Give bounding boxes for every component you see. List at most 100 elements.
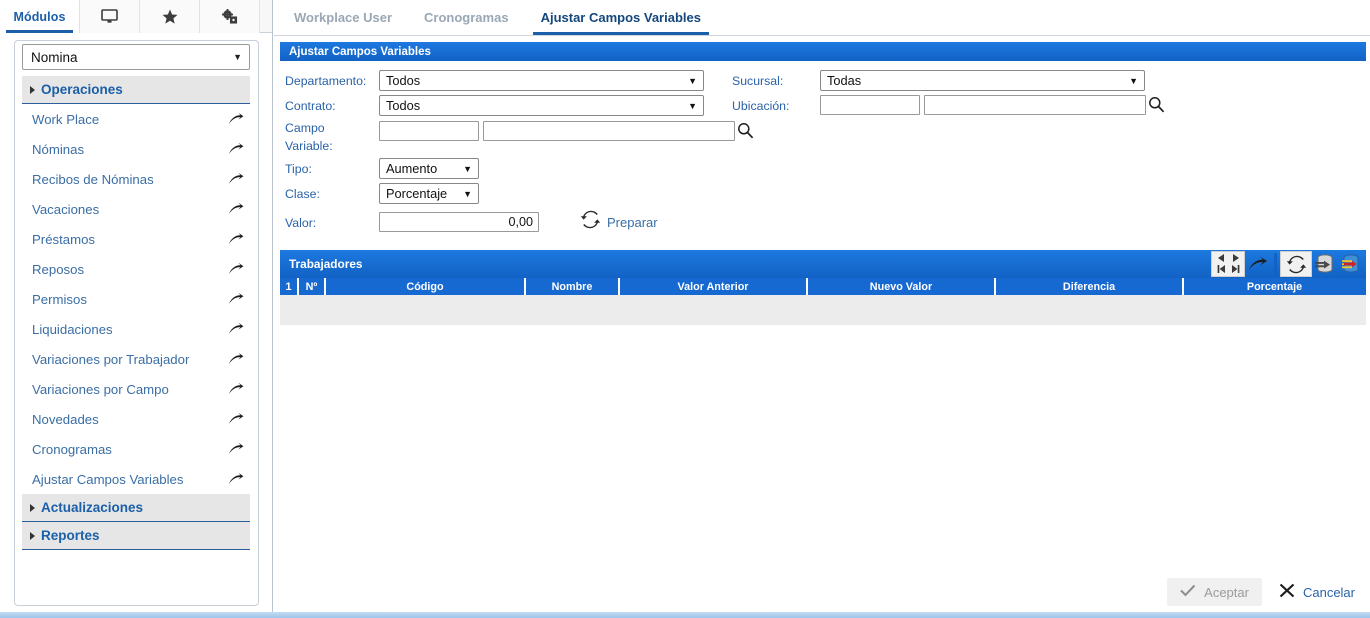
chevron-down-icon: ▼ xyxy=(463,163,472,174)
tipo-value: Aumento xyxy=(386,161,438,176)
sidebar-item-label: Ajustar Campos Variables xyxy=(32,471,184,487)
grid-column-header[interactable]: Porcentaje xyxy=(1184,278,1365,295)
sidebar-tab-favorites[interactable] xyxy=(140,0,200,33)
shortcut-arrow-icon xyxy=(228,112,244,126)
grid-title-bar: Trabajadores xyxy=(280,250,1366,278)
shortcut-arrow-icon xyxy=(228,262,244,276)
sidebar-item-liquidaciones[interactable]: Liquidaciones xyxy=(22,314,250,344)
ubicacion-code-input[interactable] xyxy=(820,95,920,115)
grid-column-header[interactable]: Nuevo Valor xyxy=(808,278,996,295)
sidebar-item-label: Nóminas xyxy=(32,141,85,157)
contrato-select[interactable]: Todos ▼ xyxy=(379,95,704,116)
aceptar-button[interactable]: Aceptar xyxy=(1167,578,1262,606)
shortcut-arrow-icon xyxy=(228,322,244,336)
grid-title: Trabajadores xyxy=(289,257,363,271)
grid-empty-area xyxy=(280,325,1366,540)
cancelar-label: Cancelar xyxy=(1302,584,1355,600)
sidebar-item-label: Work Place xyxy=(32,111,100,127)
clase-label: Clase: xyxy=(285,187,320,201)
form-section-header: Ajustar Campos Variables xyxy=(280,42,1366,61)
sidebar-tab-settings[interactable] xyxy=(200,0,260,33)
sidebar-item-novedades[interactable]: Novedades xyxy=(22,404,250,434)
sidebar-section-operaciones-label: Operaciones xyxy=(41,82,123,97)
grid-column-header[interactable]: Nº xyxy=(299,278,326,295)
grid-column-header[interactable]: 1 xyxy=(280,278,299,295)
clase-value: Porcentaje xyxy=(386,186,448,201)
sidebar-item-label: Permisos xyxy=(32,291,87,307)
tab-label: Cronogramas xyxy=(424,10,509,25)
monitor-icon xyxy=(101,9,118,24)
grid-refresh-button[interactable] xyxy=(1283,251,1309,277)
chevron-down-icon: ▼ xyxy=(1129,75,1138,86)
sidebar-item-label: Vacaciones xyxy=(32,201,100,217)
campo-variable-code-input[interactable] xyxy=(379,121,479,141)
shortcut-arrow-icon xyxy=(228,472,244,486)
tab-workplace-user[interactable]: Workplace User xyxy=(278,0,408,35)
shortcut-arrow-icon xyxy=(228,412,244,426)
sidebar-section-reportes[interactable]: Reportes xyxy=(22,522,250,550)
shortcut-arrow-icon xyxy=(228,202,244,216)
chevron-right-icon xyxy=(30,503,35,512)
ubicacion-name-input[interactable] xyxy=(924,95,1146,115)
sidebar-item-work-place[interactable]: Work Place xyxy=(22,104,250,134)
sucursal-select[interactable]: Todas ▼ xyxy=(820,70,1145,91)
grid-refresh-group xyxy=(1280,251,1312,277)
ubicacion-search-icon[interactable] xyxy=(1148,96,1165,118)
sidebar-item-vacaciones[interactable]: Vacaciones xyxy=(22,194,250,224)
grid-export-button[interactable] xyxy=(1245,251,1271,277)
tab-cronogramas[interactable]: Cronogramas xyxy=(408,0,525,35)
module-select[interactable]: Nomina ▼ xyxy=(22,44,250,70)
sidebar-item-cronogramas[interactable]: Cronogramas xyxy=(22,434,250,464)
sidebar-item-reposos[interactable]: Reposos xyxy=(22,254,250,284)
grid-column-header[interactable]: Diferencia xyxy=(996,278,1184,295)
departamento-select[interactable]: Todos ▼ xyxy=(379,70,704,91)
close-icon xyxy=(1279,583,1295,601)
campo-variable-search-icon[interactable] xyxy=(737,122,754,144)
sidebar-menu: Operaciones Work Place Nóminas Recibos d… xyxy=(0,76,272,550)
grid-toolbar xyxy=(1211,250,1364,278)
preparar-button[interactable]: Preparar xyxy=(580,210,658,234)
chevron-down-icon: ▼ xyxy=(463,188,472,199)
cancelar-button[interactable]: Cancelar xyxy=(1266,578,1368,606)
form-content: Ajustar Campos Variables Departamento: T… xyxy=(274,36,1370,612)
sidebar-item-nominas[interactable]: Nóminas xyxy=(22,134,250,164)
grid-column-header[interactable]: Código xyxy=(326,278,526,295)
chevron-down-icon: ▼ xyxy=(688,75,697,86)
grid-column-header[interactable]: Nombre xyxy=(526,278,620,295)
sidebar-section-reportes-label: Reportes xyxy=(41,528,100,543)
grid-rows-container xyxy=(280,295,1366,325)
trabajadores-grid: Trabajadores 1 Nº Código Nombre Valor An… xyxy=(280,250,1366,540)
last-record-button[interactable] xyxy=(1230,261,1241,279)
first-record-button[interactable] xyxy=(1216,261,1227,279)
filter-form: Departamento: Todos ▼ Sucursal: Todas ▼ … xyxy=(280,61,1366,246)
contrato-value: Todos xyxy=(386,98,421,113)
gears-icon xyxy=(221,8,238,25)
aceptar-label: Aceptar xyxy=(1204,584,1249,600)
sidebar-tab-desktop[interactable] xyxy=(80,0,140,33)
sidebar-item-ajustar-campos-variables[interactable]: Ajustar Campos Variables xyxy=(22,464,250,494)
departamento-value: Todos xyxy=(386,73,421,88)
tipo-select[interactable]: Aumento ▼ xyxy=(379,158,479,179)
grid-database-delete-button[interactable] xyxy=(1338,251,1364,277)
refresh-icon xyxy=(580,210,601,234)
valor-input[interactable]: 0,00 xyxy=(379,212,539,232)
sidebar-tab-modulos[interactable]: Módulos xyxy=(0,0,80,33)
sidebar-item-label: Reposos xyxy=(32,261,85,277)
sidebar-item-variaciones-por-trabajador[interactable]: Variaciones por Trabajador xyxy=(22,344,250,374)
tab-ajustar-campos-variables[interactable]: Ajustar Campos Variables xyxy=(525,0,717,35)
sidebar-item-prestamos[interactable]: Préstamos xyxy=(22,224,250,254)
shortcut-arrow-icon xyxy=(228,382,244,396)
clase-select[interactable]: Porcentaje ▼ xyxy=(379,183,479,204)
grid-column-header[interactable]: Valor Anterior xyxy=(620,278,808,295)
sidebar-section-operaciones[interactable]: Operaciones xyxy=(22,76,250,104)
sidebar-section-actualizaciones[interactable]: Actualizaciones xyxy=(22,494,250,522)
sidebar-item-variaciones-por-campo[interactable]: Variaciones por Campo xyxy=(22,374,250,404)
campo-variable-name-input[interactable] xyxy=(483,121,735,141)
grid-database-save-button[interactable] xyxy=(1312,251,1338,277)
shortcut-arrow-icon xyxy=(228,142,244,156)
sucursal-value: Todas xyxy=(827,73,862,88)
sucursal-label: Sucursal: xyxy=(732,74,784,88)
sidebar-item-label: Préstamos xyxy=(32,231,96,247)
sidebar-item-permisos[interactable]: Permisos xyxy=(22,284,250,314)
sidebar-item-recibos-de-nominas[interactable]: Recibos de Nóminas xyxy=(22,164,250,194)
